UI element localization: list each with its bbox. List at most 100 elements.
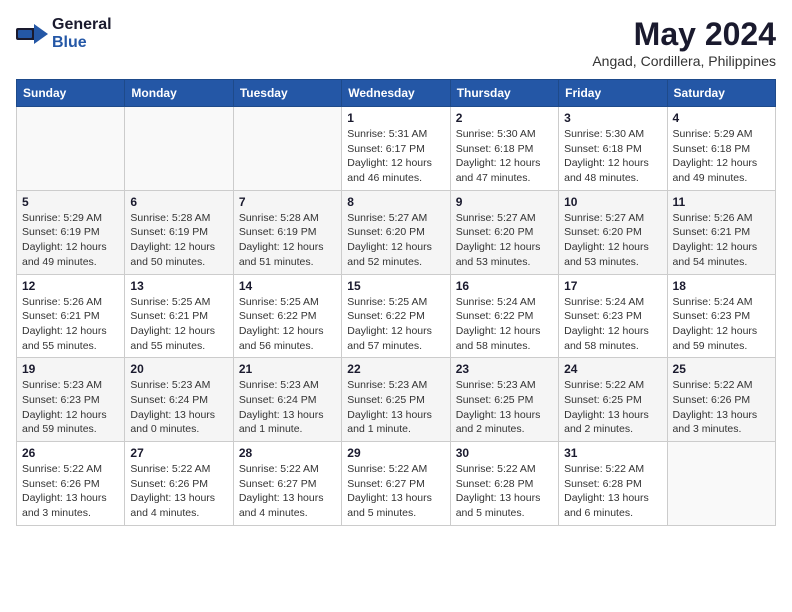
day-info: Sunrise: 5:22 AM Sunset: 6:27 PM Dayligh… (347, 462, 444, 521)
calendar-cell: 19 Sunrise: 5:23 AM Sunset: 6:23 PM Dayli… (17, 358, 125, 442)
calendar-cell: 17 Sunrise: 5:24 AM Sunset: 6:23 PM Dayli… (559, 274, 667, 358)
day-info: Sunrise: 5:27 AM Sunset: 6:20 PM Dayligh… (347, 211, 444, 270)
day-number: 31 (564, 446, 661, 460)
day-info: Sunrise: 5:30 AM Sunset: 6:18 PM Dayligh… (456, 127, 553, 186)
calendar-cell: 30Sunrise: 5:22 AM Sunset: 6:28 PM Dayli… (450, 442, 558, 526)
week-row-2: 12 Sunrise: 5:26 AM Sunset: 6:21 PM Dayli… (17, 274, 776, 358)
day-number: 12 (22, 279, 119, 293)
day-info: Sunrise: 5:22 AM Sunset: 6:25 PM Dayligh… (564, 378, 661, 437)
day-info: Sunrise: 5:22 AM Sunset: 6:28 PM Dayligh… (564, 462, 661, 521)
calendar-cell: 13 Sunrise: 5:25 AM Sunset: 6:21 PM Dayli… (125, 274, 233, 358)
calendar-cell (125, 107, 233, 191)
calendar-cell: 16 Sunrise: 5:24 AM Sunset: 6:22 PM Dayli… (450, 274, 558, 358)
day-info: Sunrise: 5:24 AM Sunset: 6:22 PM Dayligh… (456, 295, 553, 354)
day-number: 29 (347, 446, 444, 460)
day-number: 13 (130, 279, 227, 293)
day-info: Sunrise: 5:24 AM Sunset: 6:23 PM Dayligh… (673, 295, 770, 354)
day-number: 16 (456, 279, 553, 293)
calendar-cell: 28Sunrise: 5:22 AM Sunset: 6:27 PM Dayli… (233, 442, 341, 526)
header-monday: Monday (125, 80, 233, 107)
day-info: Sunrise: 5:25 AM Sunset: 6:22 PM Dayligh… (347, 295, 444, 354)
day-info: Sunrise: 5:23 AM Sunset: 6:24 PM Dayligh… (239, 378, 336, 437)
calendar-cell: 24 Sunrise: 5:22 AM Sunset: 6:25 PM Dayli… (559, 358, 667, 442)
day-number: 24 (564, 362, 661, 376)
day-number: 25 (673, 362, 770, 376)
calendar-cell: 12 Sunrise: 5:26 AM Sunset: 6:21 PM Dayli… (17, 274, 125, 358)
calendar-table: SundayMondayTuesdayWednesdayThursdayFrid… (16, 79, 776, 526)
calendar-cell: 7 Sunrise: 5:28 AM Sunset: 6:19 PM Daylig… (233, 190, 341, 274)
calendar-cell: 10Sunrise: 5:27 AM Sunset: 6:20 PM Dayli… (559, 190, 667, 274)
logo-blue: Blue (52, 34, 87, 51)
day-info: Sunrise: 5:25 AM Sunset: 6:22 PM Dayligh… (239, 295, 336, 354)
header-tuesday: Tuesday (233, 80, 341, 107)
calendar-cell: 23 Sunrise: 5:23 AM Sunset: 6:25 PM Dayli… (450, 358, 558, 442)
calendar-title: May 2024 (592, 16, 776, 53)
day-info: Sunrise: 5:22 AM Sunset: 6:26 PM Dayligh… (130, 462, 227, 521)
day-number: 8 (347, 195, 444, 209)
header: General Blue May 2024 Angad, Cordillera,… (16, 16, 776, 69)
day-info: Sunrise: 5:26 AM Sunset: 6:21 PM Dayligh… (22, 295, 119, 354)
day-info: Sunrise: 5:24 AM Sunset: 6:23 PM Dayligh… (564, 295, 661, 354)
header-saturday: Saturday (667, 80, 775, 107)
day-number: 18 (673, 279, 770, 293)
day-info: Sunrise: 5:31 AM Sunset: 6:17 PM Dayligh… (347, 127, 444, 186)
logo-icon (16, 20, 48, 48)
calendar-cell: 26 Sunrise: 5:22 AM Sunset: 6:26 PM Dayli… (17, 442, 125, 526)
calendar-cell: 18 Sunrise: 5:24 AM Sunset: 6:23 PM Dayli… (667, 274, 775, 358)
calendar-cell: 27 Sunrise: 5:22 AM Sunset: 6:26 PM Dayli… (125, 442, 233, 526)
day-number: 17 (564, 279, 661, 293)
calendar-cell: 8 Sunrise: 5:27 AM Sunset: 6:20 PM Daylig… (342, 190, 450, 274)
calendar-cell: 5Sunrise: 5:29 AM Sunset: 6:19 PM Daylig… (17, 190, 125, 274)
logo: General Blue (16, 16, 112, 52)
header-sunday: Sunday (17, 80, 125, 107)
day-number: 26 (22, 446, 119, 460)
calendar-cell: 6 Sunrise: 5:28 AM Sunset: 6:19 PM Daylig… (125, 190, 233, 274)
calendar-cell: 2Sunrise: 5:30 AM Sunset: 6:18 PM Daylig… (450, 107, 558, 191)
day-info: Sunrise: 5:23 AM Sunset: 6:23 PM Dayligh… (22, 378, 119, 437)
calendar-cell (17, 107, 125, 191)
title-area: May 2024 Angad, Cordillera, Philippines (592, 16, 776, 69)
day-number: 23 (456, 362, 553, 376)
day-info: Sunrise: 5:30 AM Sunset: 6:18 PM Dayligh… (564, 127, 661, 186)
day-number: 4 (673, 111, 770, 125)
calendar-body: 1 Sunrise: 5:31 AM Sunset: 6:17 PM Daylig… (17, 107, 776, 526)
calendar-cell: 20Sunrise: 5:23 AM Sunset: 6:24 PM Dayli… (125, 358, 233, 442)
day-info: Sunrise: 5:28 AM Sunset: 6:19 PM Dayligh… (239, 211, 336, 270)
week-row-0: 1 Sunrise: 5:31 AM Sunset: 6:17 PM Daylig… (17, 107, 776, 191)
day-number: 21 (239, 362, 336, 376)
calendar-cell: 21 Sunrise: 5:23 AM Sunset: 6:24 PM Dayli… (233, 358, 341, 442)
header-wednesday: Wednesday (342, 80, 450, 107)
calendar-header-row: SundayMondayTuesdayWednesdayThursdayFrid… (17, 80, 776, 107)
calendar-cell: 14Sunrise: 5:25 AM Sunset: 6:22 PM Dayli… (233, 274, 341, 358)
day-number: 6 (130, 195, 227, 209)
logo-general: General (52, 16, 112, 33)
day-number: 7 (239, 195, 336, 209)
day-info: Sunrise: 5:23 AM Sunset: 6:25 PM Dayligh… (456, 378, 553, 437)
day-info: Sunrise: 5:22 AM Sunset: 6:26 PM Dayligh… (673, 378, 770, 437)
calendar-cell (233, 107, 341, 191)
header-friday: Friday (559, 80, 667, 107)
day-number: 27 (130, 446, 227, 460)
day-info: Sunrise: 5:29 AM Sunset: 6:19 PM Dayligh… (22, 211, 119, 270)
calendar-cell: 25 Sunrise: 5:22 AM Sunset: 6:26 PM Dayli… (667, 358, 775, 442)
day-number: 22 (347, 362, 444, 376)
calendar-cell: 31 Sunrise: 5:22 AM Sunset: 6:28 PM Dayli… (559, 442, 667, 526)
day-info: Sunrise: 5:23 AM Sunset: 6:25 PM Dayligh… (347, 378, 444, 437)
day-number: 9 (456, 195, 553, 209)
day-info: Sunrise: 5:28 AM Sunset: 6:19 PM Dayligh… (130, 211, 227, 270)
day-number: 1 (347, 111, 444, 125)
header-thursday: Thursday (450, 80, 558, 107)
day-info: Sunrise: 5:22 AM Sunset: 6:27 PM Dayligh… (239, 462, 336, 521)
week-row-3: 19 Sunrise: 5:23 AM Sunset: 6:23 PM Dayli… (17, 358, 776, 442)
calendar-cell: 11Sunrise: 5:26 AM Sunset: 6:21 PM Dayli… (667, 190, 775, 274)
day-info: Sunrise: 5:22 AM Sunset: 6:26 PM Dayligh… (22, 462, 119, 521)
day-info: Sunrise: 5:22 AM Sunset: 6:28 PM Dayligh… (456, 462, 553, 521)
day-number: 20 (130, 362, 227, 376)
calendar-cell: 15Sunrise: 5:25 AM Sunset: 6:22 PM Dayli… (342, 274, 450, 358)
day-info: Sunrise: 5:25 AM Sunset: 6:21 PM Dayligh… (130, 295, 227, 354)
day-number: 19 (22, 362, 119, 376)
calendar-cell: 1 Sunrise: 5:31 AM Sunset: 6:17 PM Daylig… (342, 107, 450, 191)
week-row-1: 5Sunrise: 5:29 AM Sunset: 6:19 PM Daylig… (17, 190, 776, 274)
calendar-cell: 29 Sunrise: 5:22 AM Sunset: 6:27 PM Dayli… (342, 442, 450, 526)
calendar-cell (667, 442, 775, 526)
